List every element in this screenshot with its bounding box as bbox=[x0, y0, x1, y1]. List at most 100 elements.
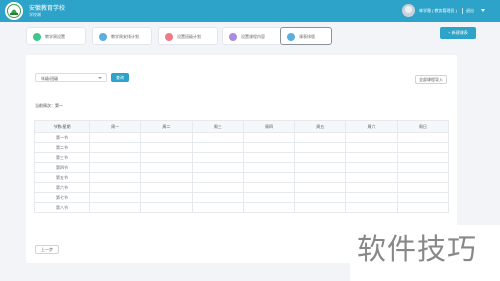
schedule-cell[interactable] bbox=[88, 132, 142, 143]
schedule-cell[interactable] bbox=[345, 192, 398, 203]
class-select-value: 年级/班级 bbox=[41, 76, 59, 81]
period-cell: 第三节 bbox=[34, 152, 90, 163]
class-select[interactable]: 年级/班级 bbox=[35, 73, 107, 82]
schedule-cell[interactable] bbox=[140, 182, 193, 193]
schedule-cell[interactable] bbox=[140, 162, 193, 173]
schedule-cell[interactable] bbox=[140, 152, 193, 163]
query-button[interactable]: 查询 bbox=[111, 73, 129, 82]
period-cell: 第八节 bbox=[34, 202, 90, 213]
logout-button[interactable]: 退出 bbox=[466, 8, 474, 14]
current-week-label: 当前周次：第一 bbox=[35, 103, 63, 108]
schedule-cell[interactable] bbox=[191, 152, 244, 163]
schedule-cell[interactable] bbox=[294, 172, 347, 183]
schedule-cell[interactable] bbox=[345, 182, 398, 193]
schedule-cell[interactable] bbox=[396, 202, 450, 213]
schedule-cell[interactable] bbox=[242, 202, 296, 213]
schedule-cell[interactable] bbox=[242, 192, 296, 203]
schedule-cell[interactable] bbox=[242, 162, 296, 173]
schedule-cell[interactable] bbox=[191, 192, 244, 203]
import-all-button[interactable]: 全部课程导入 bbox=[415, 75, 447, 84]
schedule-cell[interactable] bbox=[88, 202, 142, 213]
period-cell: 第七节 bbox=[34, 192, 90, 203]
schedule-cell[interactable] bbox=[294, 182, 347, 193]
schedule-cell[interactable] bbox=[191, 202, 244, 213]
chevron-down-icon bbox=[98, 77, 102, 79]
schedule-cell[interactable] bbox=[294, 132, 347, 143]
step-label: 课表排版 bbox=[299, 34, 315, 39]
schedule-cell[interactable] bbox=[140, 172, 193, 183]
table-row: 第四节 bbox=[34, 162, 450, 173]
schedule-cell[interactable] bbox=[345, 162, 398, 173]
column-header: 周日 bbox=[396, 120, 450, 133]
schedule-cell[interactable] bbox=[88, 182, 142, 193]
step-5-active[interactable]: 课表排版 bbox=[280, 27, 332, 45]
schedule-cell[interactable] bbox=[396, 152, 450, 163]
step-dot-icon bbox=[33, 33, 41, 41]
schedule-cell[interactable] bbox=[140, 142, 193, 153]
table-row: 第八节 bbox=[34, 202, 450, 213]
schedule-cell[interactable] bbox=[345, 152, 398, 163]
step-dot-icon bbox=[165, 33, 173, 41]
schedule-cell[interactable] bbox=[140, 192, 193, 203]
schedule-cell[interactable] bbox=[294, 192, 347, 203]
table-row: 第三节 bbox=[34, 152, 450, 163]
schedule-cell[interactable] bbox=[396, 142, 450, 153]
step-dot-icon bbox=[287, 33, 295, 41]
table-header-row: 节数/星期 周一 周二 周三 周四 周五 周六 周日 bbox=[34, 120, 450, 133]
schedule-cell[interactable] bbox=[242, 132, 296, 143]
schedule-cell[interactable] bbox=[242, 142, 296, 153]
table-row: 第二节 bbox=[34, 142, 450, 153]
chevron-down-icon[interactable] bbox=[481, 9, 485, 12]
schedule-cell[interactable] bbox=[88, 172, 142, 183]
table-row: 第一节 bbox=[34, 132, 450, 143]
schedule-cell[interactable] bbox=[242, 172, 296, 183]
schedule-cell[interactable] bbox=[242, 152, 296, 163]
schedule-cell[interactable] bbox=[191, 182, 244, 193]
step-1[interactable]: 教学周设置 bbox=[26, 27, 86, 45]
schedule-cell[interactable] bbox=[242, 182, 296, 193]
header-divider bbox=[462, 8, 463, 14]
schedule-table: 节数/星期 周一 周二 周三 周四 周五 周六 周日 第一节 第二节 第三节 第… bbox=[34, 120, 450, 213]
schedule-cell[interactable] bbox=[191, 132, 244, 143]
column-header: 周三 bbox=[191, 120, 244, 133]
schedule-cell[interactable] bbox=[88, 192, 142, 203]
schedule-cell[interactable] bbox=[345, 142, 398, 153]
user-name[interactable]: 林学雅 ( 教务管理员 ) bbox=[419, 8, 457, 14]
column-header: 节数/星期 bbox=[34, 120, 90, 133]
schedule-cell[interactable] bbox=[191, 162, 244, 173]
schedule-cell[interactable] bbox=[396, 162, 450, 173]
schedule-cell[interactable] bbox=[191, 142, 244, 153]
schedule-cell[interactable] bbox=[396, 132, 450, 143]
step-2[interactable]: 教学周安排计划 bbox=[92, 27, 152, 45]
schedule-cell[interactable] bbox=[396, 192, 450, 203]
app-title: 安徽教育学校 bbox=[29, 6, 66, 12]
step-4[interactable]: 设置课程内容 bbox=[222, 27, 282, 45]
schedule-cell[interactable] bbox=[345, 172, 398, 183]
new-schedule-button[interactable]: + 新建课表 bbox=[440, 27, 476, 39]
period-cell: 第四节 bbox=[34, 162, 90, 173]
schedule-cell[interactable] bbox=[294, 162, 347, 173]
schedule-cell[interactable] bbox=[345, 132, 398, 143]
schedule-cell[interactable] bbox=[396, 172, 450, 183]
column-header: 周四 bbox=[242, 120, 296, 133]
column-header: 周五 bbox=[294, 120, 347, 133]
column-header: 周六 bbox=[345, 120, 398, 133]
schedule-cell[interactable] bbox=[294, 142, 347, 153]
step-navigation: 教学周设置 教学周安排计划 设置班级计划 设置课程内容 课表排版 bbox=[26, 27, 348, 45]
schedule-cell[interactable] bbox=[88, 162, 142, 173]
step-3[interactable]: 设置班级计划 bbox=[158, 27, 218, 45]
schedule-cell[interactable] bbox=[88, 142, 142, 153]
table-row: 第七节 bbox=[34, 192, 450, 203]
schedule-cell[interactable] bbox=[88, 152, 142, 163]
schedule-cell[interactable] bbox=[191, 172, 244, 183]
schedule-cell[interactable] bbox=[140, 132, 193, 143]
schedule-cell[interactable] bbox=[345, 202, 398, 213]
schedule-cell[interactable] bbox=[294, 152, 347, 163]
user-avatar[interactable] bbox=[402, 4, 415, 17]
schedule-cell[interactable] bbox=[140, 202, 193, 213]
step-dot-icon bbox=[229, 33, 237, 41]
schedule-cell[interactable] bbox=[294, 202, 347, 213]
schedule-cell[interactable] bbox=[396, 182, 450, 193]
previous-step-button[interactable]: 上一步 bbox=[35, 245, 59, 254]
step-label: 教学周设置 bbox=[45, 34, 65, 39]
